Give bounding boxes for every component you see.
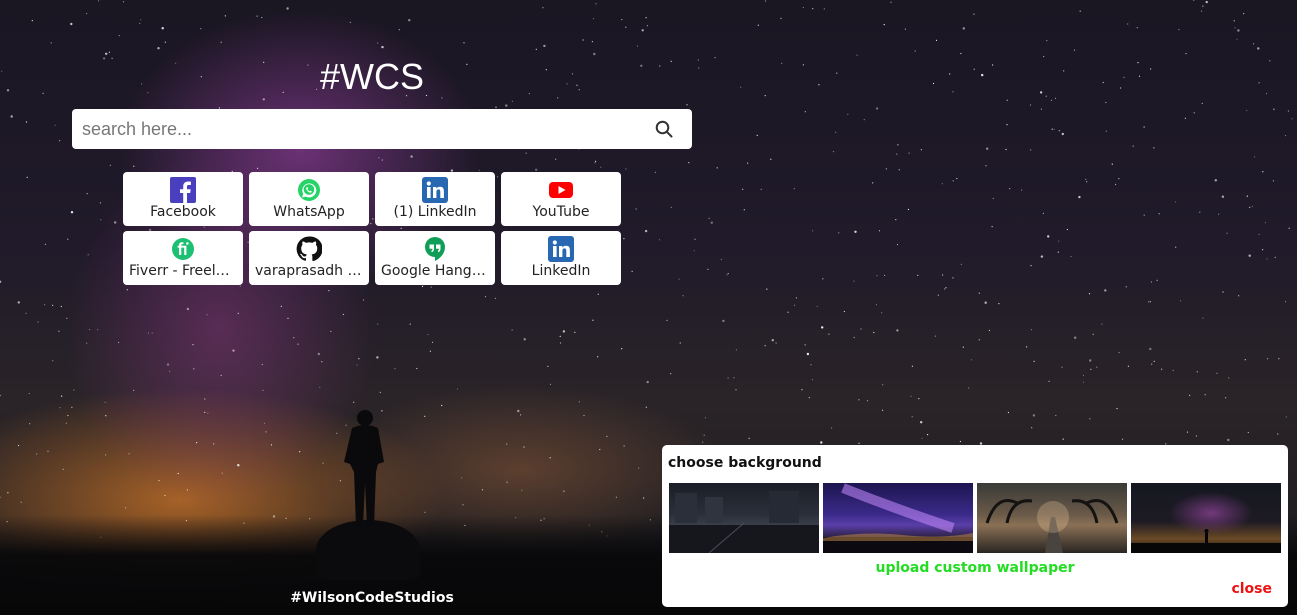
facebook-icon [170, 177, 196, 203]
search-bar [72, 109, 692, 149]
shortcut-google-hangouts[interactable]: Google Hangouts [375, 231, 495, 285]
shortcut-label: varaprasadh (Varaprasadh) [255, 263, 363, 279]
youtube-icon [548, 177, 574, 203]
shortcut-fiverr[interactable]: Fiverr - Freelance Services Marketplace [123, 231, 243, 285]
shortcut-grid: Facebook WhatsApp (1) LinkedIn YouTube F… [123, 172, 623, 285]
github-icon [296, 236, 322, 262]
shortcut-label: YouTube [532, 204, 590, 220]
footer-brand: #WilsonCodeStudios [290, 590, 454, 606]
purple-sky-thumbnail[interactable] [823, 483, 973, 553]
page-title: #WCS [319, 56, 424, 97]
shortcut-label: WhatsApp [273, 204, 345, 220]
shortcut-linkedin-2[interactable]: LinkedIn [501, 231, 621, 285]
search-button[interactable] [644, 109, 684, 149]
shortcut-github[interactable]: varaprasadh (Varaprasadh) [249, 231, 369, 285]
shortcut-label: Facebook [150, 204, 216, 220]
person-silhouette [344, 410, 384, 526]
shortcut-label: Fiverr - Freelance Services Marketplace [129, 263, 237, 279]
rock-silhouette [316, 520, 420, 580]
whatsapp-icon [296, 177, 322, 203]
search-icon [655, 120, 673, 138]
close-panel-button[interactable]: close [1231, 581, 1272, 597]
milky-way-thumbnail[interactable] [1131, 483, 1281, 553]
search-input[interactable] [72, 109, 644, 149]
shortcut-facebook[interactable]: Facebook [123, 172, 243, 226]
shortcut-youtube[interactable]: YouTube [501, 172, 621, 226]
shortcut-linkedin-1[interactable]: (1) LinkedIn [375, 172, 495, 226]
shortcut-whatsapp[interactable]: WhatsApp [249, 172, 369, 226]
background-chooser-panel: choose background upload custom wallpape… [662, 445, 1288, 607]
shortcut-label: LinkedIn [531, 263, 591, 279]
linkedin-icon [422, 177, 448, 203]
panel-heading: choose background [668, 455, 822, 471]
fiverr-icon [170, 236, 196, 262]
foggy-road-thumbnail[interactable] [977, 483, 1127, 553]
hangouts-icon [422, 236, 448, 262]
upload-wallpaper-link[interactable]: upload custom wallpaper [662, 560, 1288, 576]
night-street-thumbnail[interactable] [669, 483, 819, 553]
shortcut-label: (1) LinkedIn [393, 204, 477, 220]
linkedin-icon [548, 236, 574, 262]
shortcut-label: Google Hangouts [381, 263, 489, 279]
background-thumbnails [669, 483, 1281, 553]
